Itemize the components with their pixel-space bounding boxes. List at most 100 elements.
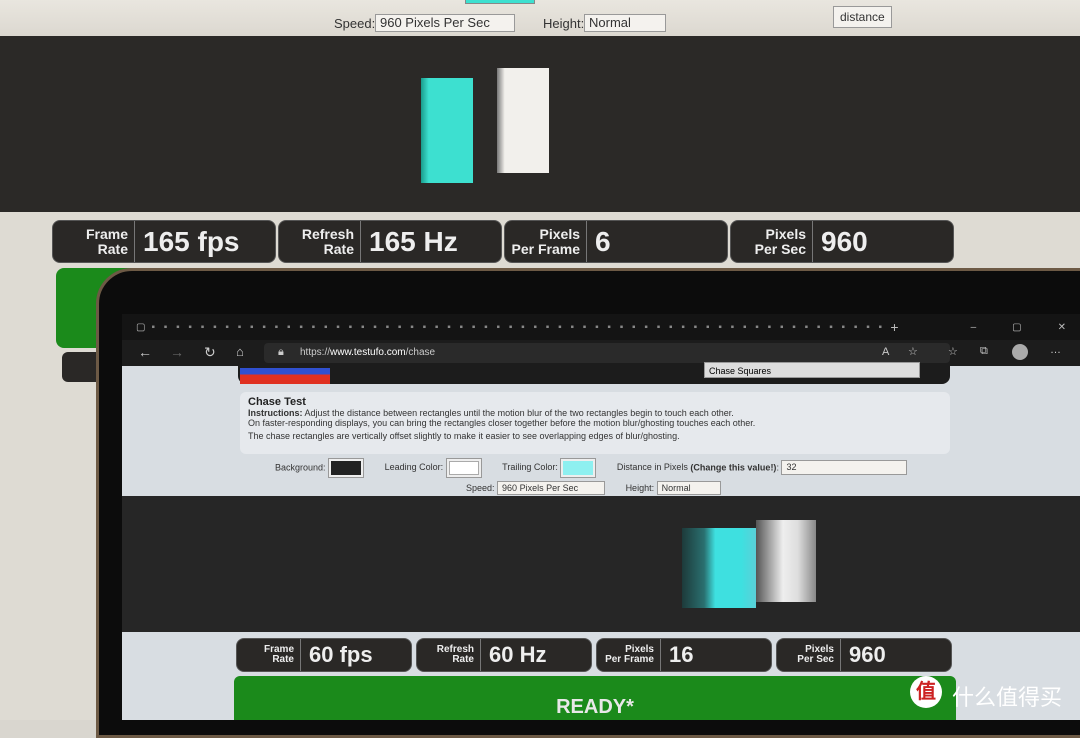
url-path: /chase <box>405 347 436 358</box>
collections-icon[interactable]: ⧉ <box>980 345 988 358</box>
watermark-text: 什么值得买 <box>952 685 1063 710</box>
background-label: Background: <box>275 462 326 473</box>
stat-3: Pixels Per Sec 960 <box>730 220 954 263</box>
speed-row: Speed: 960 Pixels Per Sec Height: Normal <box>466 481 721 495</box>
trailing-swatch[interactable] <box>465 0 535 4</box>
url-prefix: https:// <box>300 347 331 358</box>
bg-settings-bar: Speed: 960 Pixels Per Sec Height: Normal… <box>0 0 1080 36</box>
instructions-line2: On faster-responding displays, you can b… <box>248 418 756 428</box>
stat-1: Refresh Rate 60 Hz <box>416 638 592 672</box>
stat-value: 60 fps <box>309 642 373 667</box>
stat-value: 960 <box>849 642 886 667</box>
settings-row: Background: Leading Color: Trailing Colo… <box>275 458 975 478</box>
forward-icon[interactable]: → <box>170 344 184 360</box>
distance-colon: : <box>776 462 779 473</box>
stat-value: 165 Hz <box>369 225 458 257</box>
instructions-line3: The chase rectangles are vertically offs… <box>248 431 680 441</box>
leading-swatch[interactable] <box>445 458 482 478</box>
stat-value: 6 <box>595 225 611 257</box>
distance-label: Distance in Pixels <box>616 462 688 473</box>
stat-label-1: Pixels <box>765 225 806 242</box>
stat-1: Refresh Rate 165 Hz <box>278 220 502 263</box>
lock-icon[interactable]: 🔒︎ <box>278 346 284 359</box>
laptop-screen: ▢ ▪ ▪ ▪ ▪ ▪ ▪ ▪ ▪ ▪ ▪ ▪ ▪ ▪ ▪ ▪ ▪ ▪ ▪ ▪ … <box>122 314 1080 720</box>
url-domain: www.testufo.com <box>330 347 406 358</box>
stat-2: Pixels Per Frame 6 <box>504 220 728 263</box>
stat-label-2: Rate <box>97 240 128 257</box>
tab-actions-icon[interactable]: ▢ <box>136 322 145 333</box>
test-select[interactable]: Chase Squares <box>704 362 920 378</box>
stat-value: 165 fps <box>143 225 240 257</box>
instructions-panel: Chase Test Instructions: Adjust the dist… <box>240 392 950 454</box>
close-icon[interactable]: ✕ <box>1058 322 1066 333</box>
site-logo <box>240 368 330 384</box>
trailing-label: Trailing Color: <box>502 462 558 473</box>
page-title: Chase Test <box>248 396 306 408</box>
stat-label: Pixels Per Frame <box>505 221 587 262</box>
stat-label-1: Pixels <box>539 225 580 242</box>
stat-label: Refresh Rate <box>417 639 481 671</box>
stat-label-2: Per Sec <box>797 654 834 665</box>
url-input[interactable]: https://www.testufo.com/chase <box>264 343 950 363</box>
back-icon[interactable]: ← <box>138 344 152 360</box>
height-label: Height: <box>625 483 655 493</box>
height-label: Height: <box>543 16 585 31</box>
new-tab-icon[interactable]: + <box>890 319 898 335</box>
instructions-text: Adjust the distance between rectangles u… <box>304 408 734 418</box>
stat-label: Frame Rate <box>237 639 301 671</box>
instructions-label: Instructions: <box>248 408 303 418</box>
speed-label: Speed: <box>334 16 376 31</box>
add-favorite-icon[interactable]: ☆ <box>908 345 918 358</box>
watermark-logo: 值 <box>910 676 942 708</box>
ready-panel: READY* <box>234 676 956 720</box>
minimize-icon[interactable]: – <box>971 322 977 333</box>
stat-label: Frame Rate <box>53 221 135 262</box>
height-select[interactable]: Normal <box>656 481 721 495</box>
distance-input[interactable]: 32 <box>781 460 908 476</box>
trailing-swatch[interactable] <box>560 458 597 478</box>
stat-label-2: Rate <box>323 240 354 257</box>
stat-label-2: Per Frame <box>511 240 580 257</box>
stat-value: 60 Hz <box>489 642 547 667</box>
stat-label-1: Refresh <box>301 225 354 242</box>
avatar[interactable] <box>1012 344 1028 360</box>
stat-label: Refresh Rate <box>279 221 361 262</box>
page-header: Chase Squares <box>122 362 1080 386</box>
stat-label-2: Rate <box>452 654 474 665</box>
stat-label-1: Frame <box>85 225 128 242</box>
background-swatch[interactable] <box>328 458 365 478</box>
read-aloud-icon[interactable]: A <box>882 346 889 358</box>
stat-2: Pixels Per Frame 16 <box>596 638 772 672</box>
chase-area <box>122 496 1080 632</box>
speed-select[interactable]: 960 Pixels Per Sec <box>375 14 515 32</box>
leading-rectangle <box>497 68 549 173</box>
leading-rectangle <box>756 520 816 602</box>
trailing-rectangle <box>421 78 473 183</box>
maximize-icon[interactable]: ▢ <box>1012 322 1021 333</box>
tab-strip: ▢ ▪ ▪ ▪ ▪ ▪ ▪ ▪ ▪ ▪ ▪ ▪ ▪ ▪ ▪ ▪ ▪ ▪ ▪ ▪ … <box>122 314 1080 340</box>
stat-value: 960 <box>821 225 868 257</box>
distance-hint: (Change this value!) <box>690 462 777 473</box>
home-icon[interactable]: ⌂ <box>236 344 244 359</box>
refresh-icon[interactable]: ↻ <box>204 344 216 361</box>
stat-label: Pixels Per Sec <box>731 221 813 262</box>
bg-chase-area <box>0 36 1080 212</box>
more-icon[interactable]: … <box>1050 344 1061 356</box>
stat-label-2: Per Sec <box>754 240 806 257</box>
stat-0: Frame Rate 60 fps <box>236 638 412 672</box>
status-text: READY* <box>556 696 634 718</box>
tabs-icons[interactable]: ▪ ▪ ▪ ▪ ▪ ▪ ▪ ▪ ▪ ▪ ▪ ▪ ▪ ▪ ▪ ▪ ▪ ▪ ▪ ▪ … <box>151 322 884 333</box>
favorites-icon[interactable]: ☆ <box>948 345 958 358</box>
address-bar-row: ← → ↻ ⌂ https://www.testufo.com/chase 🔒︎… <box>122 340 1080 366</box>
stat-label: Pixels Per Sec <box>777 639 841 671</box>
stat-label-2: Rate <box>272 654 294 665</box>
speed-label: Speed: <box>466 483 495 493</box>
stat-3: Pixels Per Sec 960 <box>776 638 952 672</box>
trailing-rectangle <box>682 528 756 608</box>
stat-label-2: Per Frame <box>605 654 654 665</box>
stat-0: Frame Rate 165 fps <box>52 220 276 263</box>
height-select[interactable]: Normal <box>584 14 666 32</box>
stat-value: 16 <box>669 642 694 667</box>
speed-select[interactable]: 960 Pixels Per Sec <box>497 481 606 495</box>
distance-tooltip: distance <box>833 6 892 28</box>
